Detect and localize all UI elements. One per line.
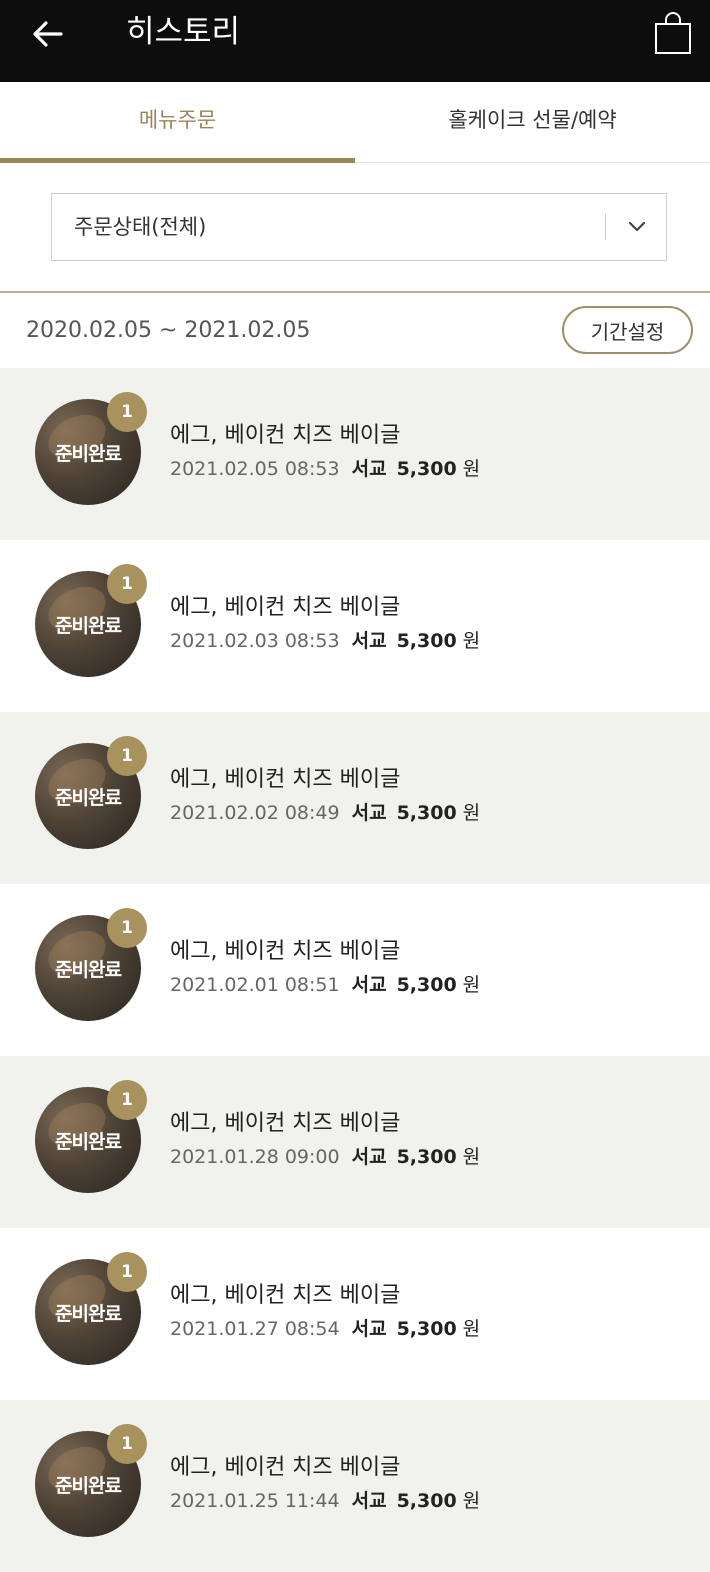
order-store: 서교 bbox=[351, 1490, 387, 1512]
order-item-name: 에그, 베이컨 치즈 베이글 bbox=[170, 1455, 401, 1480]
order-item-name: 에그, 베이컨 치즈 베이글 bbox=[170, 1283, 401, 1308]
quantity-badge: 1 bbox=[107, 1080, 147, 1120]
order-meta: 2021.02.05 08:53 서교 5,300 원 bbox=[170, 454, 480, 481]
filter-section: 주문상태(전체) bbox=[0, 163, 710, 293]
order-status-select[interactable]: 주문상태(전체) bbox=[51, 193, 667, 261]
order-store: 서교 bbox=[351, 630, 387, 652]
order-price: 5,300 bbox=[396, 630, 457, 652]
order-meta: 2021.01.28 09:00 서교 5,300 원 bbox=[170, 1142, 480, 1169]
order-item-name: 에그, 베이컨 치즈 베이글 bbox=[170, 767, 401, 792]
order-price: 5,300 bbox=[396, 1146, 457, 1168]
order-row[interactable]: 준비완료 1 에그, 베이컨 치즈 베이글 2021.02.02 08:49 서교 5,3… bbox=[0, 712, 710, 884]
order-type-tabs: 메뉴주문 홀케이크 선물/예약 bbox=[0, 82, 710, 163]
order-datetime: 2021.02.02 08:49 bbox=[170, 802, 340, 824]
order-item-name: 에그, 베이컨 치즈 베이글 bbox=[170, 423, 401, 448]
period-row: 2020.02.05 ~ 2021.02.05 기간설정 bbox=[0, 293, 710, 368]
order-datetime: 2021.01.27 08:54 bbox=[170, 1318, 340, 1340]
select-divider bbox=[605, 214, 606, 240]
quantity-badge: 1 bbox=[107, 564, 147, 604]
order-datetime: 2021.02.03 08:53 bbox=[170, 630, 340, 652]
order-price: 5,300 bbox=[396, 1318, 457, 1340]
order-price-unit: 원 bbox=[462, 802, 481, 824]
order-list: 준비완료 1 에그, 베이컨 치즈 베이글 2021.02.05 08:53 서교 5,3… bbox=[0, 368, 710, 1572]
order-datetime: 2021.01.25 11:44 bbox=[170, 1490, 340, 1512]
order-row[interactable]: 준비완료 1 에그, 베이컨 치즈 베이글 2021.01.25 11:44 서교 5,3… bbox=[0, 1400, 710, 1572]
order-store: 서교 bbox=[351, 974, 387, 996]
order-price-unit: 원 bbox=[462, 630, 481, 652]
order-row[interactable]: 준비완료 1 에그, 베이컨 치즈 베이글 2021.02.05 08:53 서교 5,3… bbox=[0, 368, 710, 540]
shopping-bag-icon bbox=[655, 12, 691, 54]
quantity-badge: 1 bbox=[107, 1252, 147, 1292]
order-price-unit: 원 bbox=[462, 1318, 481, 1340]
order-datetime: 2021.02.05 08:53 bbox=[170, 458, 340, 480]
order-meta: 2021.02.01 08:51 서교 5,300 원 bbox=[170, 970, 480, 997]
order-store: 서교 bbox=[351, 458, 387, 480]
quantity-badge: 1 bbox=[107, 908, 147, 948]
quantity-badge: 1 bbox=[107, 392, 147, 432]
order-price-unit: 원 bbox=[462, 1146, 481, 1168]
order-datetime: 2021.02.01 08:51 bbox=[170, 974, 340, 996]
order-price-unit: 원 bbox=[462, 1490, 481, 1512]
order-store: 서교 bbox=[351, 1146, 387, 1168]
order-price-unit: 원 bbox=[462, 974, 481, 996]
order-item-name: 에그, 베이컨 치즈 베이글 bbox=[170, 1111, 401, 1136]
order-item-name: 에그, 베이컨 치즈 베이글 bbox=[170, 595, 401, 620]
order-datetime: 2021.01.28 09:00 bbox=[170, 1146, 340, 1168]
order-store: 서교 bbox=[351, 1318, 387, 1340]
order-status-value: 주문상태(전체) bbox=[74, 215, 207, 239]
tab-whole-cake[interactable]: 홀케이크 선물/예약 bbox=[355, 82, 710, 162]
order-price: 5,300 bbox=[396, 458, 457, 480]
order-item-name: 에그, 베이컨 치즈 베이글 bbox=[170, 939, 401, 964]
chevron-down-icon bbox=[624, 215, 650, 239]
back-button[interactable] bbox=[22, 12, 74, 56]
order-meta: 2021.02.03 08:53 서교 5,300 원 bbox=[170, 626, 480, 653]
order-meta: 2021.01.27 08:54 서교 5,300 원 bbox=[170, 1314, 480, 1341]
order-row[interactable]: 준비완료 1 에그, 베이컨 치즈 베이글 2021.02.03 08:53 서교 5,3… bbox=[0, 540, 710, 712]
order-row[interactable]: 준비완료 1 에그, 베이컨 치즈 베이글 2021.01.28 09:00 서교 5,3… bbox=[0, 1056, 710, 1228]
order-store: 서교 bbox=[351, 802, 387, 824]
order-price: 5,300 bbox=[396, 974, 457, 996]
page-title: 히스토리 bbox=[126, 14, 241, 50]
order-price: 5,300 bbox=[396, 1490, 457, 1512]
order-price-unit: 원 bbox=[462, 458, 481, 480]
cart-button[interactable] bbox=[650, 8, 696, 58]
back-arrow-icon bbox=[33, 21, 63, 47]
order-row[interactable]: 준비완료 1 에그, 베이컨 치즈 베이글 2021.01.27 08:54 서교 5,3… bbox=[0, 1228, 710, 1400]
tab-menu-order[interactable]: 메뉴주문 bbox=[0, 82, 355, 163]
order-meta: 2021.02.02 08:49 서교 5,300 원 bbox=[170, 798, 480, 825]
quantity-badge: 1 bbox=[107, 1424, 147, 1464]
order-meta: 2021.01.25 11:44 서교 5,300 원 bbox=[170, 1486, 480, 1513]
period-setting-button[interactable]: 기간설정 bbox=[562, 306, 693, 354]
app-header: 히스토리 bbox=[0, 0, 710, 82]
quantity-badge: 1 bbox=[107, 736, 147, 776]
period-range: 2020.02.05 ~ 2021.02.05 bbox=[26, 318, 311, 343]
tab-menu-order-label: 메뉴주문 bbox=[138, 108, 217, 132]
order-row[interactable]: 준비완료 1 에그, 베이컨 치즈 베이글 2021.02.01 08:51 서교 5,3… bbox=[0, 884, 710, 1056]
order-price: 5,300 bbox=[396, 802, 457, 824]
tab-whole-cake-label: 홀케이크 선물/예약 bbox=[448, 108, 617, 132]
